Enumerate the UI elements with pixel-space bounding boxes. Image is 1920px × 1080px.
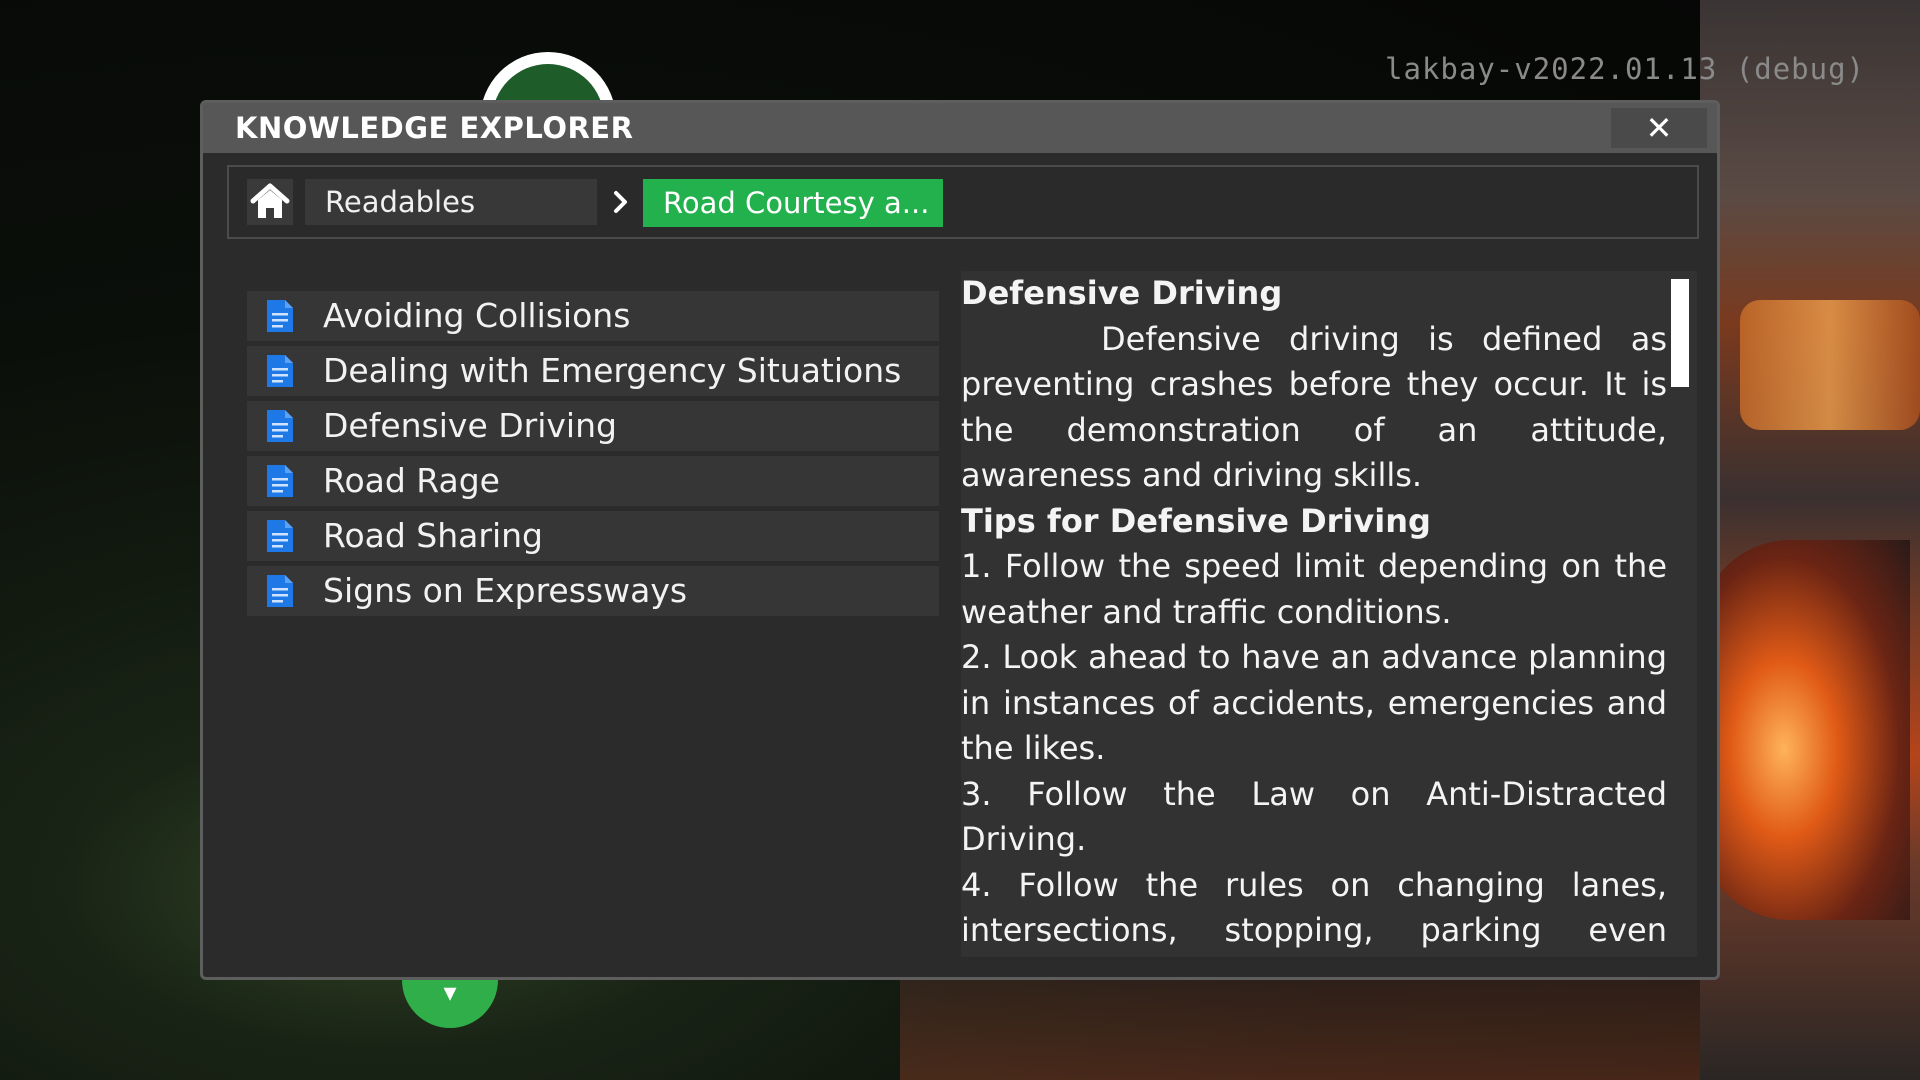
hud-badge-icon: ▾ xyxy=(443,978,457,1008)
list-item[interactable]: Signs on Expressways xyxy=(247,566,939,616)
reader-intro: Defensive driving is defined as preventi… xyxy=(961,319,1667,495)
breadcrumb-item-current[interactable]: Road Courtesy a... xyxy=(643,179,943,227)
home-button[interactable] xyxy=(247,179,293,225)
reader-panel[interactable]: Defensive Driving Defensive driving is d… xyxy=(961,271,1697,957)
knowledge-explorer-window: KNOWLEDGE EXPLORER ✕ Readables Road Cour… xyxy=(200,100,1720,980)
document-icon xyxy=(267,520,293,552)
version-debug-label: lakbay-v2022.01.13 (debug) xyxy=(1385,52,1865,86)
chevron-right-icon xyxy=(609,179,633,225)
list-item-label: Road Sharing xyxy=(323,516,543,555)
document-icon xyxy=(267,575,293,607)
document-icon xyxy=(267,355,293,387)
list-item[interactable]: Avoiding Collisions xyxy=(247,291,939,341)
list-item-label: Defensive Driving xyxy=(323,406,617,445)
reader-tip: 3. Follow the Law on Anti-Distracted Dri… xyxy=(961,774,1667,859)
list-item-label: Road Rage xyxy=(323,461,500,500)
list-item-label: Avoiding Collisions xyxy=(323,296,631,335)
reader-heading: Defensive Driving xyxy=(961,274,1283,312)
window-title: KNOWLEDGE EXPLORER xyxy=(235,111,634,145)
document-icon xyxy=(267,465,293,497)
list-item-label: Signs on Expressways xyxy=(323,571,688,610)
reader-tip: 2. Look ahead to have an advance plannin… xyxy=(961,638,1667,767)
close-button[interactable]: ✕ xyxy=(1611,108,1707,148)
reader-content: Defensive Driving Defensive driving is d… xyxy=(961,271,1667,957)
document-icon xyxy=(267,300,293,332)
background-vehicle-lamp xyxy=(1700,540,1910,920)
reader-tip: 1. Follow the speed limit depending on t… xyxy=(961,547,1667,631)
list-item[interactable]: Defensive Driving xyxy=(247,401,939,451)
background-vehicle-reflector xyxy=(1740,300,1920,430)
list-item[interactable]: Road Sharing xyxy=(247,511,939,561)
list-item[interactable]: Road Rage xyxy=(247,456,939,506)
breadcrumb: Readables Road Courtesy a... xyxy=(227,165,1699,239)
window-titlebar: KNOWLEDGE EXPLORER ✕ xyxy=(203,103,1717,153)
reader-subheading: Tips for Defensive Driving xyxy=(961,501,1431,540)
list-item[interactable]: Dealing with Emergency Situations xyxy=(247,346,939,396)
document-icon xyxy=(267,410,293,442)
readables-list: Avoiding Collisions Dealing with Emergen… xyxy=(247,291,939,621)
list-item-label: Dealing with Emergency Situations xyxy=(323,351,902,390)
breadcrumb-item-readables[interactable]: Readables xyxy=(305,179,597,225)
reader-scrollbar[interactable] xyxy=(1671,279,1689,387)
home-icon xyxy=(250,183,290,218)
reader-tip: 4. Follow the rules on changing lanes, i… xyxy=(961,865,1667,958)
